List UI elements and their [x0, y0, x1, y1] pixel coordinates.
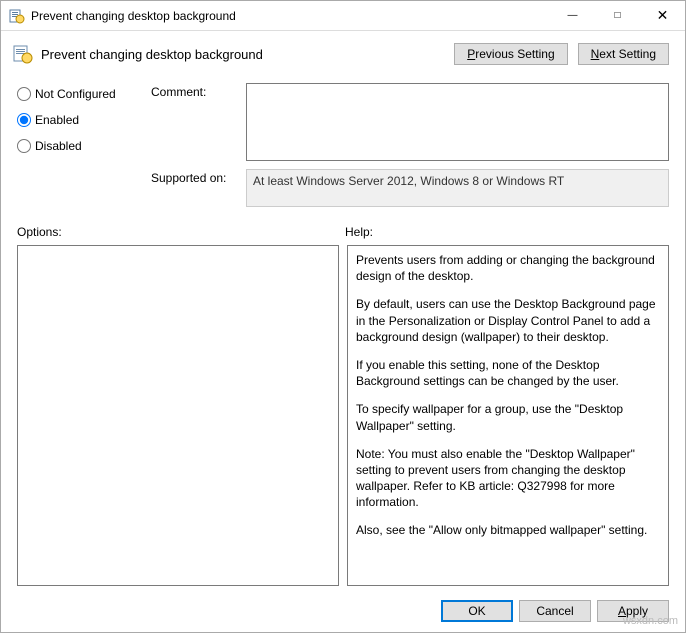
minimize-button[interactable]: —	[550, 1, 595, 30]
options-pane	[17, 245, 339, 586]
setting-icon	[13, 44, 33, 64]
footer-buttons: OK Cancel Apply	[1, 592, 685, 632]
help-p3: If you enable this setting, none of the …	[356, 357, 660, 389]
maximize-button[interactable]: □	[595, 1, 640, 30]
next-setting-button[interactable]: Next Setting	[578, 43, 669, 65]
state-radios: Not Configured Enabled Disabled	[17, 83, 137, 207]
supported-label: Supported on:	[151, 169, 236, 207]
help-label: Help:	[345, 225, 373, 239]
help-p4: To specify wallpaper for a group, use th…	[356, 401, 660, 433]
radio-enabled-input[interactable]	[17, 113, 31, 127]
help-p2: By default, users can use the Desktop Ba…	[356, 296, 660, 345]
header-row: Prevent changing desktop background Prev…	[1, 31, 685, 73]
supported-on-text: At least Windows Server 2012, Windows 8 …	[246, 169, 669, 207]
help-p5: Note: You must also enable the "Desktop …	[356, 446, 660, 511]
radio-not-configured-input[interactable]	[17, 87, 31, 101]
titlebar-controls: — □ ✕	[550, 1, 685, 30]
radio-enabled-label: Enabled	[35, 113, 79, 127]
help-p6: Also, see the "Allow only bitmapped wall…	[356, 522, 660, 538]
help-pane: Prevents users from adding or changing t…	[347, 245, 669, 586]
help-p1: Prevents users from adding or changing t…	[356, 252, 660, 284]
options-label: Options:	[17, 225, 345, 239]
previous-setting-button[interactable]: Previous Setting	[454, 43, 567, 65]
radio-disabled-input[interactable]	[17, 139, 31, 153]
cancel-button[interactable]: Cancel	[519, 600, 591, 622]
setting-title: Prevent changing desktop background	[41, 47, 454, 62]
pane-labels: Options: Help:	[1, 211, 685, 245]
comment-label: Comment:	[151, 83, 236, 161]
window-title: Prevent changing desktop background	[31, 9, 550, 23]
radio-enabled[interactable]: Enabled	[17, 113, 137, 127]
comment-input[interactable]	[246, 83, 669, 161]
ok-button[interactable]: OK	[441, 600, 513, 622]
radio-not-configured[interactable]: Not Configured	[17, 87, 137, 101]
radio-not-configured-label: Not Configured	[35, 87, 116, 101]
close-button[interactable]: ✕	[640, 1, 685, 30]
config-area: Not Configured Enabled Disabled Comment:…	[1, 73, 685, 211]
apply-button[interactable]: Apply	[597, 600, 669, 622]
titlebar: Prevent changing desktop background — □ …	[1, 1, 685, 31]
radio-disabled-label: Disabled	[35, 139, 82, 153]
panes: Prevents users from adding or changing t…	[1, 245, 685, 592]
radio-disabled[interactable]: Disabled	[17, 139, 137, 153]
gpedit-icon	[9, 8, 25, 24]
